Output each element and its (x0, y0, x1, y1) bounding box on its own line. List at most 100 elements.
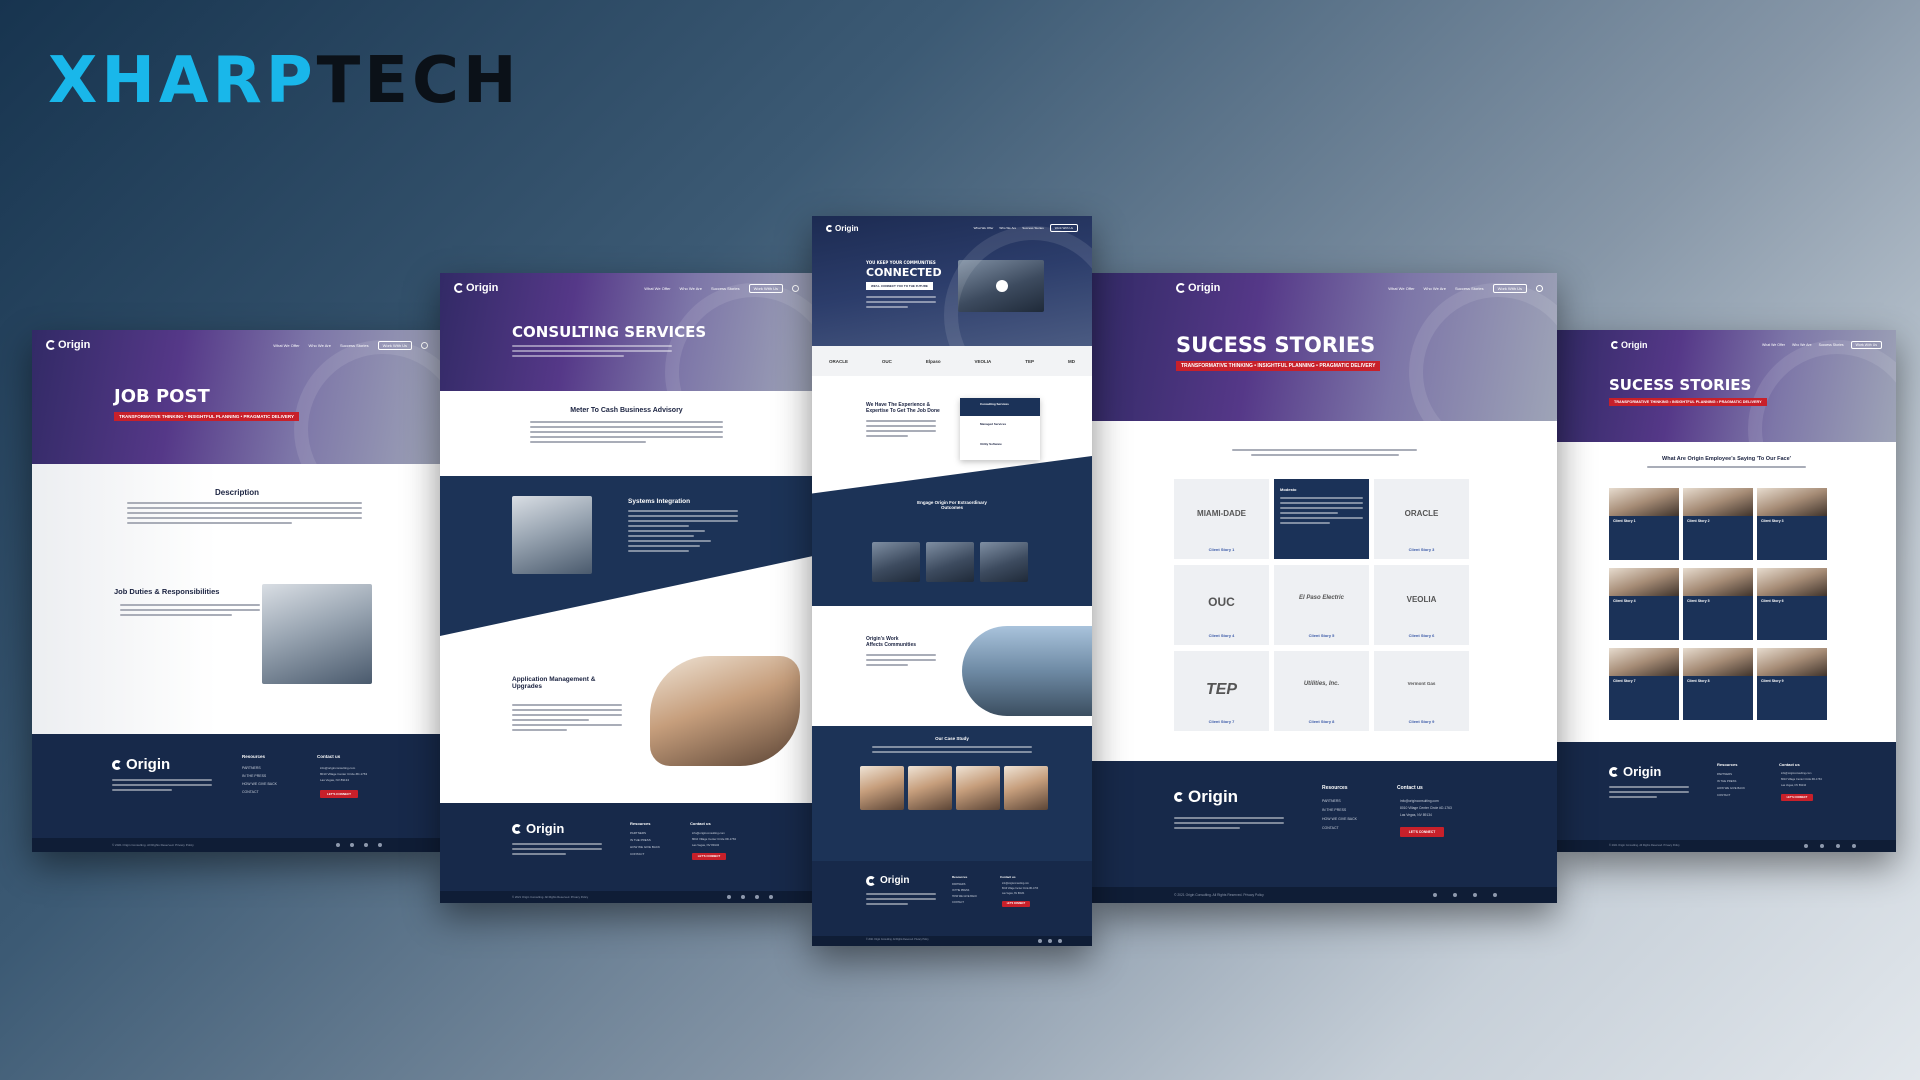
facebook-icon[interactable] (1804, 844, 1808, 848)
employee-story-6[interactable]: Client Story 6 (1757, 568, 1827, 640)
stories-nav-item-offer[interactable]: What We Offer (1388, 286, 1414, 291)
consulting-footer-link-giveback[interactable]: HOW WE GIVE BACK (630, 845, 660, 849)
home-footer-logo[interactable]: Origin (866, 875, 909, 886)
home-case-photo-3[interactable] (956, 766, 1000, 810)
home-case-photo-1[interactable] (860, 766, 904, 810)
home-nav-item-stories[interactable]: Success Stories (1022, 226, 1044, 230)
home-nav-item-who[interactable]: Who We Are (999, 226, 1016, 230)
stories-footer-link-partners[interactable]: PARTNERS (1322, 799, 1341, 803)
client-card-8[interactable]: Utilities, Inc. Client Story 8 (1274, 651, 1369, 731)
job-footer-link-contact[interactable]: CONTACT (242, 790, 259, 794)
stories-nav-work-button[interactable]: Work With Us (1492, 283, 1527, 293)
stories-footer-logo[interactable]: Origin (1174, 787, 1238, 807)
home-engage-photo-1[interactable] (872, 542, 920, 582)
consulting-footer-email[interactable]: info@originconsulting.com (692, 831, 725, 835)
search-icon[interactable] (421, 341, 428, 349)
employee-footer-link-contact[interactable]: CONTACT (1717, 793, 1730, 797)
consulting-footer-link-press[interactable]: IN THE PRESS (630, 838, 651, 842)
job-footer-link-partners[interactable]: PARTNERS (242, 766, 261, 770)
employee-footer-cta-button[interactable]: LET'S CONNECT (1781, 794, 1813, 801)
employee-story-5[interactable]: Client Story 5 (1683, 568, 1753, 640)
search-icon[interactable] (792, 284, 799, 292)
home-footer-link-partners[interactable]: PARTNERS (952, 883, 965, 886)
employee-story-9[interactable]: Client Story 9 (1757, 648, 1827, 720)
job-footer-link-giveback[interactable]: HOW WE GIVE BACK (242, 782, 277, 786)
client-card-7[interactable]: TEP Client Story 7 (1174, 651, 1269, 731)
linkedin-icon[interactable] (769, 895, 773, 899)
home-footer-link-press[interactable]: IN THE PRESS (952, 889, 969, 892)
home-service-software[interactable]: Utility Software (980, 442, 1002, 446)
client-card-5[interactable]: El Paso Electric Client Story 5 (1274, 565, 1369, 645)
consulting-nav-item-who[interactable]: Who We Are (680, 286, 702, 291)
twitter-icon[interactable] (741, 895, 745, 899)
employee-story-2[interactable]: Client Story 2 (1683, 488, 1753, 560)
employee-footer-email[interactable]: info@originconsulting.com (1781, 772, 1811, 775)
client-card-6[interactable]: VEOLIA Client Story 6 (1374, 565, 1469, 645)
stories-footer-link-press[interactable]: IN THE PRESS (1322, 808, 1346, 812)
stories-footer-link-contact[interactable]: CONTACT (1322, 826, 1339, 830)
home-service-consulting[interactable]: Consulting Services (980, 402, 1009, 406)
job-nav-item-stories[interactable]: Success Stories (340, 343, 369, 348)
twitter-icon[interactable] (1048, 939, 1052, 943)
stories-footer-link-giveback[interactable]: HOW WE GIVE BACK (1322, 817, 1357, 821)
home-nav-work-button[interactable]: Work With Us (1049, 224, 1078, 232)
home-service-managed[interactable]: Managed Services (980, 422, 1006, 426)
home-footer-cta-button[interactable]: LET'S CONNECT (1002, 901, 1030, 907)
home-hero-video[interactable] (958, 260, 1044, 312)
consulting-nav-item-offer[interactable]: What We Offer (644, 286, 670, 291)
client-card-3[interactable]: ORACLE Client Story 3 (1374, 479, 1469, 559)
stories-footer-email[interactable]: info@originconsulting.com (1400, 799, 1439, 803)
consulting-nav-logo[interactable]: Origin (454, 282, 498, 294)
home-footer-email[interactable]: info@originconsulting.com (1002, 883, 1029, 885)
home-footer-link-contact[interactable]: CONTACT (952, 901, 964, 904)
linkedin-icon[interactable] (1493, 893, 1497, 897)
employee-footer-link-partners[interactable]: PARTNERS (1717, 772, 1732, 776)
consulting-footer-logo[interactable]: Origin (512, 821, 564, 836)
linkedin-icon[interactable] (378, 843, 382, 847)
twitter-icon[interactable] (1453, 893, 1457, 897)
employee-nav-work-button[interactable]: Work With Us (1850, 341, 1882, 349)
home-nav-item-offer[interactable]: What We Offer (974, 226, 994, 230)
home-footer-link-giveback[interactable]: HOW WE GIVE BACK (952, 895, 977, 898)
instagram-icon[interactable] (755, 895, 759, 899)
job-footer-cta-button[interactable]: LET'S CONNECT (320, 790, 358, 798)
client-card-1[interactable]: MIAMI-DADE Client Story 1 (1174, 479, 1269, 559)
job-nav-item-offer[interactable]: What We Offer (273, 343, 299, 348)
employee-story-8[interactable]: Client Story 8 (1683, 648, 1753, 720)
employee-footer-logo[interactable]: Origin (1609, 764, 1661, 779)
employee-story-1[interactable]: Client Story 1 (1609, 488, 1679, 560)
consulting-footer-link-partners[interactable]: PARTNERS (630, 831, 646, 835)
stories-nav-item-who[interactable]: Who We Are (1424, 286, 1446, 291)
facebook-icon[interactable] (1038, 939, 1042, 943)
instagram-icon[interactable] (364, 843, 368, 847)
play-icon[interactable] (996, 280, 1008, 292)
consulting-footer-cta-button[interactable]: LET'S CONNECT (692, 853, 726, 860)
job-nav-work-button[interactable]: Work With Us (377, 340, 412, 350)
stories-nav-logo[interactable]: Origin (1106, 282, 1220, 294)
employee-nav-item-offer[interactable]: What We Offer (1762, 343, 1785, 347)
job-footer-email[interactable]: info@originconsulting.com (320, 766, 355, 770)
consulting-nav-item-stories[interactable]: Success Stories (711, 286, 740, 291)
job-footer-logo[interactable]: Origin (112, 756, 170, 773)
instagram-icon[interactable] (1058, 939, 1062, 943)
employee-nav-item-who[interactable]: Who We Are (1792, 343, 1812, 347)
home-case-photo-4[interactable] (1004, 766, 1048, 810)
instagram-icon[interactable] (1836, 844, 1840, 848)
home-nav-logo[interactable]: Origin (826, 224, 859, 233)
home-engage-photo-2[interactable] (926, 542, 974, 582)
client-card-9[interactable]: Vermont Gas Client Story 9 (1374, 651, 1469, 731)
employee-story-4[interactable]: Client Story 4 (1609, 568, 1679, 640)
instagram-icon[interactable] (1473, 893, 1477, 897)
job-nav-logo[interactable]: Origin (46, 339, 90, 351)
home-engage-photo-3[interactable] (980, 542, 1028, 582)
search-icon[interactable] (1536, 284, 1543, 292)
linkedin-icon[interactable] (1852, 844, 1856, 848)
employee-nav-logo[interactable]: Origin (1571, 340, 1648, 350)
consulting-footer-link-contact[interactable]: CONTACT (630, 852, 644, 856)
facebook-icon[interactable] (336, 843, 340, 847)
home-case-photo-2[interactable] (908, 766, 952, 810)
employee-footer-link-giveback[interactable]: HOW WE GIVE BACK (1717, 786, 1745, 790)
employee-nav-item-stories[interactable]: Success Stories (1819, 343, 1844, 347)
job-nav-item-who[interactable]: Who We Are (309, 343, 331, 348)
twitter-icon[interactable] (350, 843, 354, 847)
